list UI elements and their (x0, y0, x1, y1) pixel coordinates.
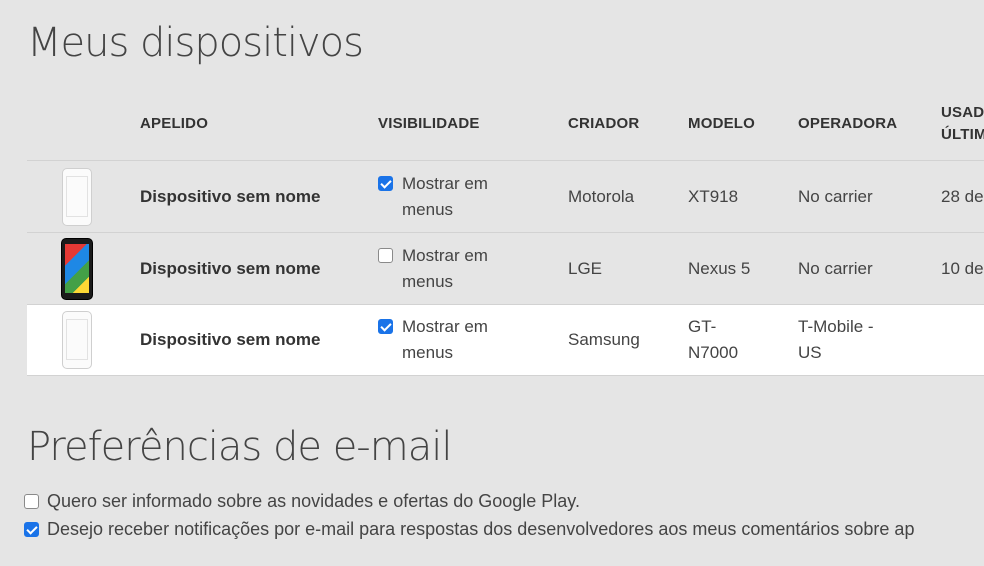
device-thumbnail (27, 305, 127, 375)
news-offers-label[interactable]: Quero ser informado sobre as novidades e… (47, 491, 580, 512)
dev-replies-checkbox[interactable] (24, 522, 39, 537)
email-option-dev-replies[interactable]: Desejo receber notificações por e-mail p… (24, 519, 914, 540)
email-preferences-title: Preferências de e-mail (27, 424, 452, 470)
news-offers-checkbox[interactable] (24, 494, 39, 509)
column-header-last-used: USAD ÚLTIM (941, 88, 984, 160)
column-header-visibility: VISIBILIDADE (378, 115, 480, 132)
white-phone-icon (62, 167, 92, 226)
table-header: APELIDO VISIBILIDADE CRIADOR MODELO OPER… (27, 88, 984, 160)
show-in-menus-label[interactable]: Mostrar em menus (402, 314, 512, 366)
email-option-news[interactable]: Quero ser informado sobre as novidades e… (24, 491, 580, 512)
device-carrier: T-Mobile - US (798, 317, 874, 362)
visibility-cell: Mostrar em menus (378, 233, 558, 304)
show-in-menus-label[interactable]: Mostrar em menus (402, 243, 512, 295)
device-maker: Motorola (568, 186, 635, 206)
nexus-phone-icon (61, 237, 93, 300)
show-in-menus-checkbox[interactable] (378, 319, 393, 334)
device-model: XT918 (688, 186, 739, 206)
column-header-model: MODELO (688, 115, 756, 132)
device-thumbnail (27, 233, 127, 304)
device-nickname[interactable]: Dispositivo sem nome (140, 233, 370, 304)
white-phone-icon (62, 311, 92, 369)
table-row[interactable]: Dispositivo sem nome Mostrar em menus Mo… (27, 160, 984, 232)
device-last-used (941, 305, 984, 375)
device-last-used: 10 de 2014 (941, 258, 984, 278)
device-thumbnail (27, 161, 127, 232)
visibility-cell: Mostrar em menus (378, 161, 558, 232)
devices-table: APELIDO VISIBILIDADE CRIADOR MODELO OPER… (27, 88, 984, 376)
device-nickname[interactable]: Dispositivo sem nome (140, 161, 370, 232)
device-model: GT-N7000 (688, 317, 739, 362)
table-row[interactable]: Dispositivo sem nome Mostrar em menus Sa… (27, 304, 984, 376)
device-nickname[interactable]: Dispositivo sem nome (140, 305, 370, 375)
device-maker: Samsung (568, 330, 640, 349)
column-header-carrier: OPERADORA (798, 115, 898, 132)
dev-replies-label[interactable]: Desejo receber notificações por e-mail p… (47, 519, 914, 540)
show-in-menus-checkbox[interactable] (378, 247, 393, 263)
show-in-menus-checkbox[interactable] (378, 175, 393, 191)
column-header-maker: CRIADOR (568, 115, 640, 132)
device-maker: LGE (568, 258, 603, 278)
device-model: Nexus 5 (688, 258, 751, 278)
devices-section-title: Meus dispositivos (27, 20, 364, 66)
device-carrier: No carrier (798, 258, 873, 278)
show-in-menus-label[interactable]: Mostrar em menus (402, 171, 512, 223)
device-carrier: No carrier (798, 186, 873, 206)
column-header-last-used-line1: USAD (941, 104, 984, 121)
visibility-cell: Mostrar em menus (378, 305, 558, 375)
table-row[interactable]: Dispositivo sem nome Mostrar em menus LG… (27, 232, 984, 304)
column-header-last-used-line2: ÚLTIM (941, 126, 984, 143)
column-header-nickname: APELIDO (140, 115, 209, 132)
device-last-used: 28 de de 20 (941, 186, 984, 206)
